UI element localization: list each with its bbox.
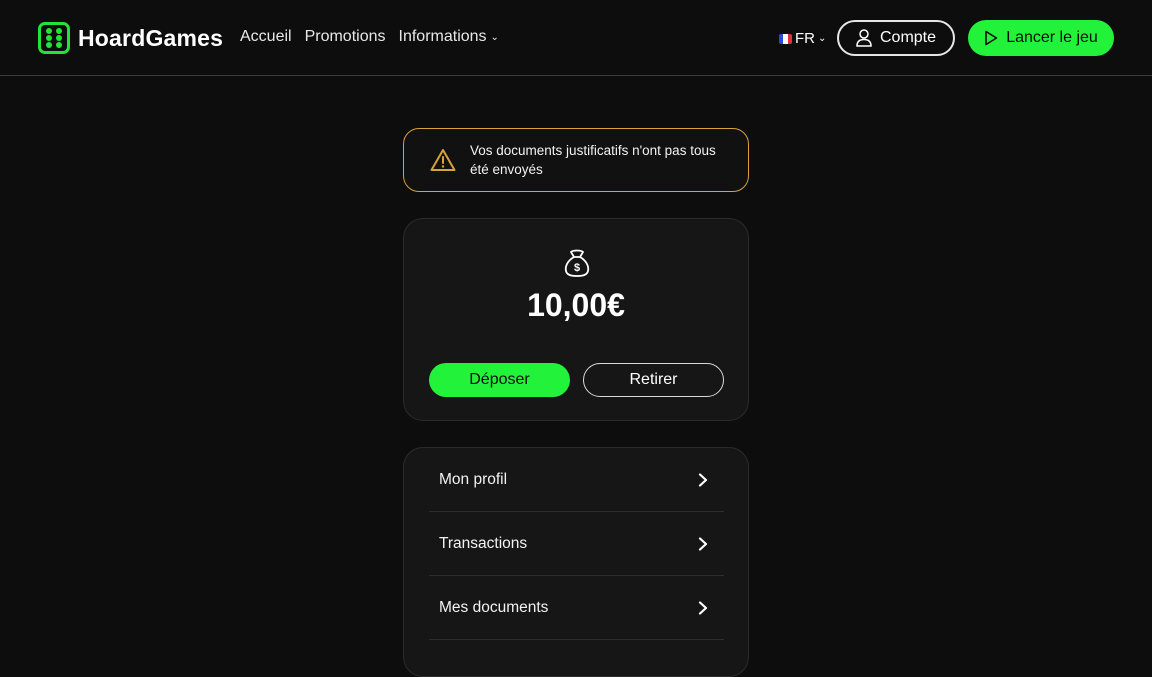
dice-logo-icon bbox=[38, 22, 70, 54]
documents-warning: Vos documents justificatifs n'ont pas to… bbox=[403, 128, 749, 192]
nav-promotions[interactable]: Promotions bbox=[305, 28, 386, 46]
account-button[interactable]: Compte bbox=[837, 20, 955, 56]
warning-line-2: été envoyés bbox=[470, 162, 543, 177]
account-menu: Mon profil Transactions Mes documents bbox=[403, 447, 749, 677]
menu-item-documents[interactable]: Mes documents bbox=[429, 576, 724, 640]
nav-informations[interactable]: Informations ⌄ bbox=[399, 28, 499, 46]
menu-item-label: Mon profil bbox=[439, 470, 508, 488]
chevron-down-icon: ⌄ bbox=[818, 33, 827, 44]
svg-text:$: $ bbox=[574, 262, 580, 274]
france-flag-icon bbox=[779, 33, 792, 44]
brand-name: HoardGames bbox=[78, 24, 224, 51]
brand-logo[interactable]: HoardGames bbox=[38, 22, 223, 54]
launch-game-button[interactable]: Lancer le jeu bbox=[968, 20, 1114, 56]
withdraw-button[interactable]: Retirer bbox=[583, 363, 724, 397]
warning-icon bbox=[430, 149, 456, 171]
chevron-right-icon bbox=[698, 472, 708, 487]
nav-informations-label: Informations bbox=[398, 28, 487, 45]
balance-amount: 10,00€ bbox=[527, 287, 625, 323]
user-icon bbox=[856, 29, 872, 47]
account-button-label: Compte bbox=[879, 29, 937, 46]
top-header: HoardGames Accueil Promotions Informatio… bbox=[0, 0, 1152, 76]
chevron-down-icon: ⌄ bbox=[490, 31, 499, 43]
money-bag-icon: $ bbox=[564, 249, 590, 277]
language-code: FR bbox=[795, 30, 815, 47]
launch-game-label: Lancer le jeu bbox=[1006, 29, 1098, 46]
menu-item-profile[interactable]: Mon profil bbox=[429, 448, 724, 512]
deposit-button[interactable]: Déposer bbox=[429, 363, 570, 397]
menu-item-label: Mes documents bbox=[439, 598, 549, 616]
chevron-right-icon bbox=[698, 536, 708, 551]
main-nav: Accueil Promotions Informations ⌄ bbox=[240, 28, 499, 46]
menu-item-label: Transactions bbox=[439, 534, 528, 552]
warning-text: Vos documents justificatifs n'ont pas to… bbox=[470, 141, 716, 179]
balance-card: $ 10,00€ Déposer Retirer bbox=[403, 218, 749, 421]
play-icon bbox=[985, 30, 998, 46]
menu-item-transactions[interactable]: Transactions bbox=[429, 512, 724, 576]
language-selector[interactable]: FR ⌄ bbox=[779, 30, 826, 47]
warning-line-1: Vos documents justificatifs n'ont pas to… bbox=[470, 143, 716, 158]
nav-home[interactable]: Accueil bbox=[240, 28, 292, 46]
chevron-right-icon bbox=[698, 600, 708, 615]
